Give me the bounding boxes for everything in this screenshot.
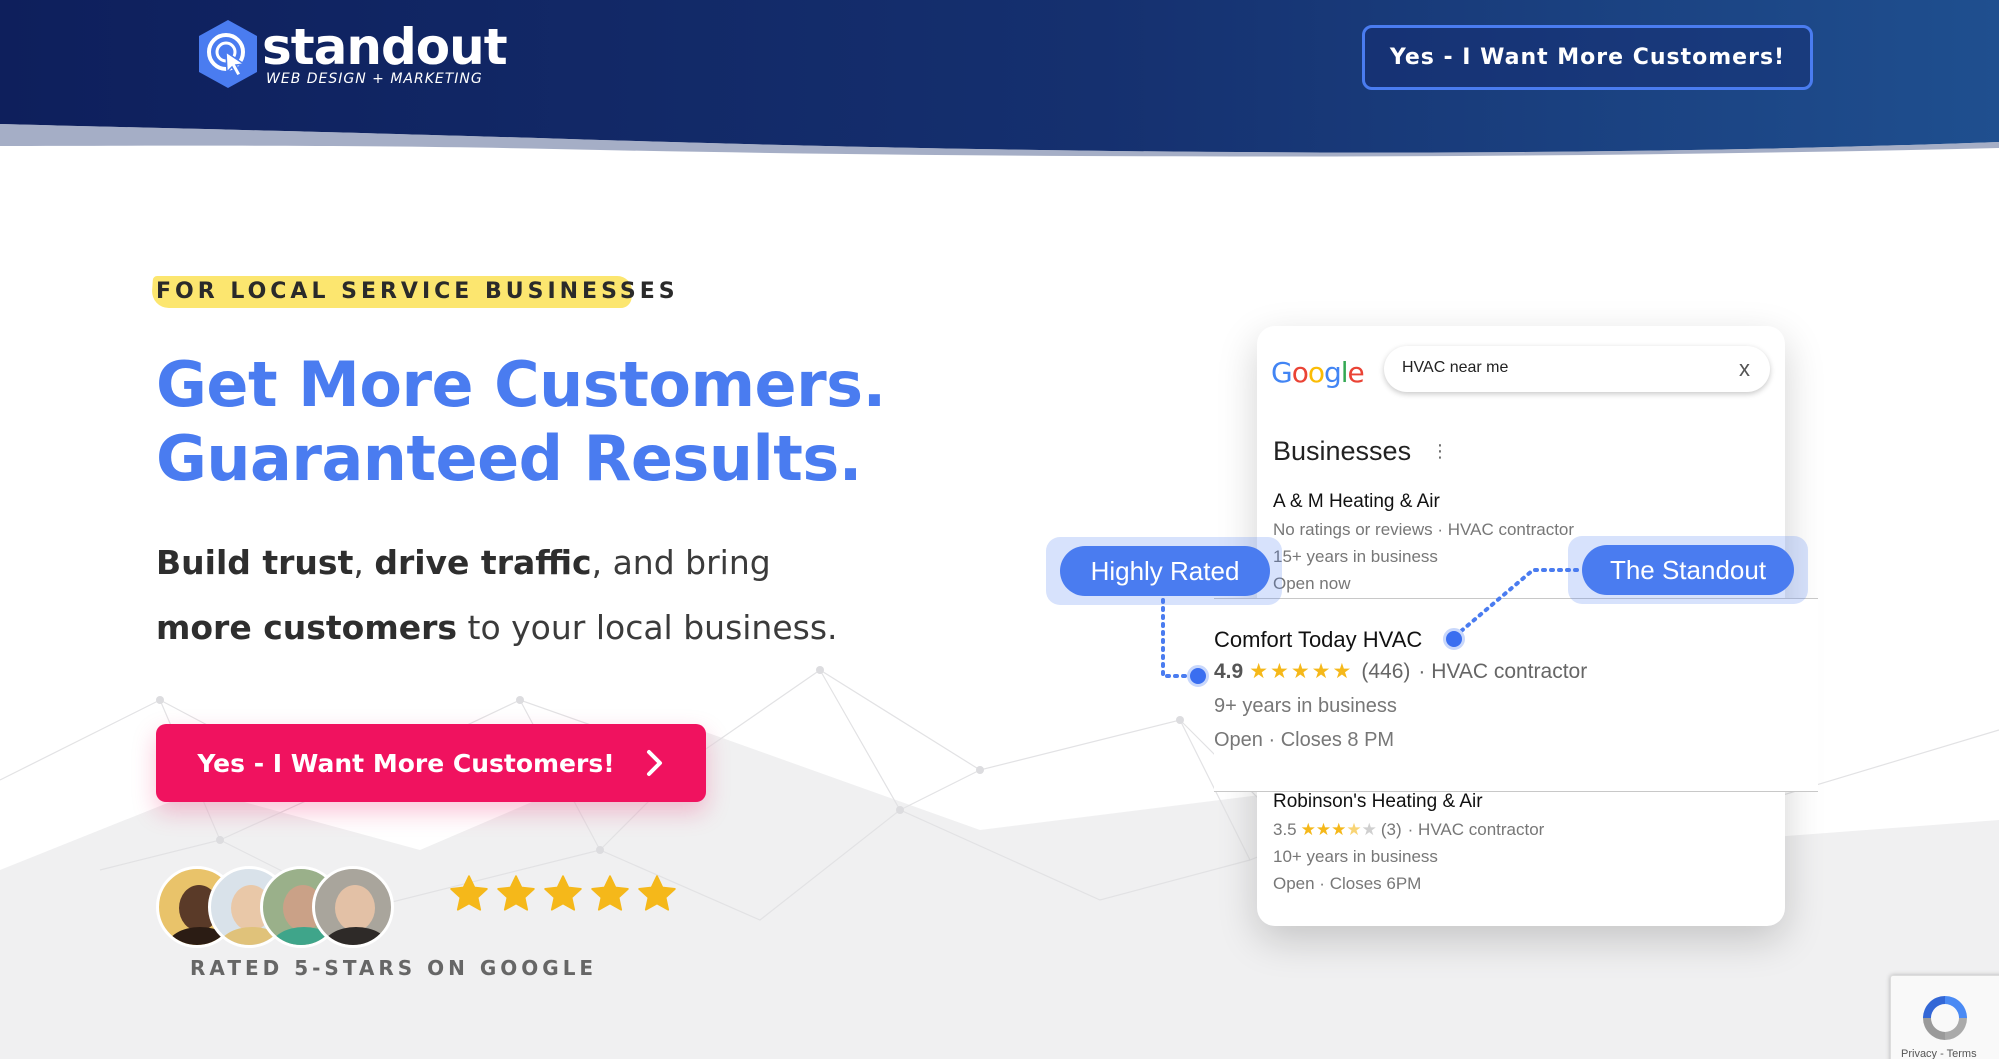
sub-text-2: , and bring xyxy=(591,543,771,582)
highly-rated-pill: Highly Rated xyxy=(1060,546,1270,596)
business-hours: Open · Closes 8 PM xyxy=(1214,729,1395,751)
header-cta-button[interactable]: Yes - I Want More Customers! xyxy=(1362,25,1813,90)
hero-subheadline: Build trust, drive traffic, and bring mo… xyxy=(156,530,876,660)
rating-stars: ★★★★★ xyxy=(1249,660,1354,683)
business-category: · HVAC contractor xyxy=(1407,820,1545,839)
hero-cta-label: Yes - I Want More Customers! xyxy=(197,748,615,778)
star-icon xyxy=(591,875,629,911)
star-icon xyxy=(497,875,535,911)
business-hours: Open · Closes 6PM xyxy=(1273,874,1422,893)
review-count: (3) xyxy=(1380,820,1402,839)
headline-line-2: Guaranteed Results. xyxy=(156,422,862,495)
business-years: 10+ years in business xyxy=(1273,847,1438,866)
business-rating-row: 4.9 ★★★★★ (446) · HVAC contractor xyxy=(1214,655,1587,689)
star-icon xyxy=(638,875,676,911)
business-category: · HVAC contractor xyxy=(1418,660,1588,683)
rating-value: 3.5 xyxy=(1273,820,1297,839)
star-icon xyxy=(450,875,488,911)
sub-bold-2: drive traffic xyxy=(374,543,592,582)
logo-tagline: WEB DESIGN + MARKETING xyxy=(266,70,483,87)
avatar xyxy=(312,866,394,948)
site-header: standout WEB DESIGN + MARKETING Yes - I … xyxy=(0,0,1999,160)
recaptcha-links[interactable]: Privacy - Terms xyxy=(1901,1048,1977,1059)
business-listing[interactable]: Robinson's Heating & Air 3.5 ★★★★★ (3) ·… xyxy=(1273,788,1544,897)
rating-stars: ★★★★★ xyxy=(1300,820,1377,839)
logo-wordmark: standout xyxy=(262,17,508,76)
hero-cta-button[interactable]: Yes - I Want More Customers! xyxy=(156,724,706,802)
google-logo: Google xyxy=(1271,356,1365,389)
connector-dot xyxy=(1443,628,1465,650)
recaptcha-icon xyxy=(1923,996,1967,1040)
business-listing[interactable]: A & M Heating & Air No ratings or review… xyxy=(1273,488,1574,597)
hero-headline: Get More Customers. Guaranteed Results. xyxy=(156,348,886,496)
businesses-heading: Businesses xyxy=(1273,436,1412,466)
business-years: 15+ years in business xyxy=(1273,547,1438,566)
chevron-right-icon xyxy=(646,750,662,776)
business-meta: No ratings or reviews · HVAC contractor xyxy=(1273,520,1575,539)
featured-business-listing[interactable]: Comfort Today HVAC 4.9 ★★★★★ (446) · HVA… xyxy=(1214,598,1818,792)
review-count: (446) xyxy=(1361,660,1411,683)
five-star-rating xyxy=(448,873,683,915)
recaptcha-badge[interactable]: Privacy - Terms xyxy=(1890,975,1999,1059)
business-hours: Open now xyxy=(1273,574,1351,593)
the-standout-pill: The Standout xyxy=(1582,545,1794,595)
customer-avatars xyxy=(156,866,394,948)
connector-dot xyxy=(1187,665,1209,687)
headline-line-1: Get More Customers. xyxy=(156,348,886,421)
business-name: Comfort Today HVAC xyxy=(1214,627,1423,652)
sub-text-1: , xyxy=(353,543,375,582)
eyebrow-text: FOR LOCAL SERVICE BUSINESSES xyxy=(156,279,679,304)
star-icon xyxy=(544,875,582,911)
cursor-hexagon-icon xyxy=(199,20,257,88)
rated-text: RATED 5-STARS ON GOOGLE xyxy=(190,956,598,980)
google-search-box[interactable]: HVAC near me x xyxy=(1384,346,1770,392)
sub-bold-1: Build trust xyxy=(156,543,354,582)
sub-text-3: to your local business. xyxy=(457,608,838,647)
sub-bold-3: more customers xyxy=(156,608,458,647)
more-options-icon[interactable]: ⋮ xyxy=(1431,441,1449,462)
business-name: A & M Heating & Air xyxy=(1273,491,1440,512)
clear-search-icon[interactable]: x xyxy=(1739,356,1750,382)
business-rating-row: 3.5 ★★★★★ (3) · HVAC contractor xyxy=(1273,816,1544,843)
eyebrow: FOR LOCAL SERVICE BUSINESSES xyxy=(150,274,679,310)
business-name: Robinson's Heating & Air xyxy=(1273,791,1483,812)
business-years: 9+ years in business xyxy=(1214,695,1397,717)
rating-value: 4.9 xyxy=(1214,660,1244,683)
search-query: HVAC near me xyxy=(1402,359,1509,376)
standout-logo[interactable]: standout WEB DESIGN + MARKETING xyxy=(196,17,508,90)
